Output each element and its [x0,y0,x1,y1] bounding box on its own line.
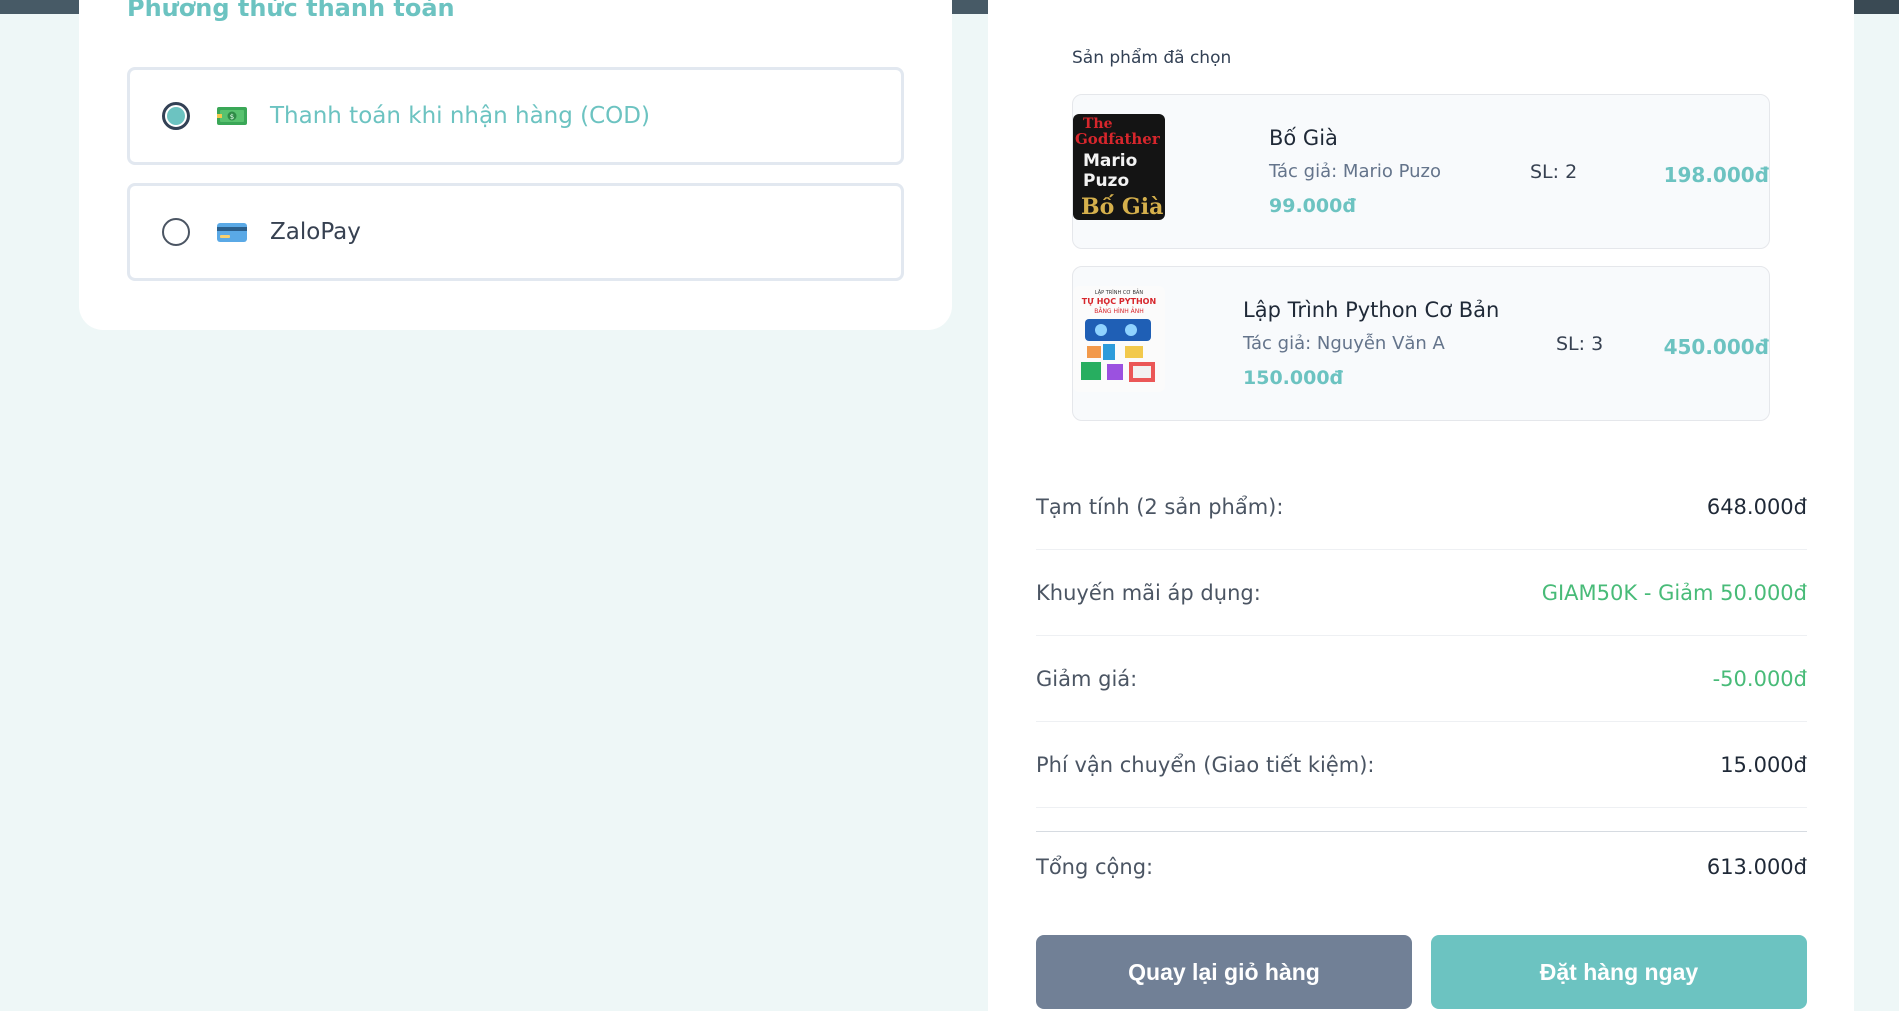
discount-row: Giảm giá: -50.000đ [1036,636,1807,722]
payment-option-cod-label: Thanh toán khi nhận hàng (COD) [270,103,650,129]
cover-text: Bố Già [1081,194,1163,220]
discount-label: Giảm giá: [1036,666,1138,691]
total-row: Tổng cộng: 613.000đ [1036,831,1807,901]
product-name: Lập Trình Python Cơ Bản [1243,298,1500,322]
product-total: 198.000đ [1663,163,1769,187]
promo-row: Khuyến mãi áp dụng: GIAM50K - Giảm 50.00… [1036,550,1807,636]
radio-zalopay[interactable] [162,218,190,246]
product-author: Tác giả: Nguyễn Văn A [1243,333,1445,354]
discount-value: -50.000đ [1712,666,1807,691]
product-item: LẬP TRÌNH CƠ BẢN TỰ HỌC PYTHON BẰNG HÌNH… [1072,266,1770,421]
product-total: 450.000đ [1663,335,1769,359]
promo-value: GIAM50K - Giảm 50.000đ [1541,580,1807,605]
cover-text: LẬP TRÌNH CƠ BẢN [1095,288,1143,296]
book-cover-image: The Godfather Mario Puzo Bố Già [1073,114,1165,220]
shipping-value: 15.000đ [1720,752,1807,777]
back-to-cart-button[interactable]: Quay lại giỏ hàng [1036,935,1412,1009]
credit-card-icon [217,223,247,242]
promo-label: Khuyến mãi áp dụng: [1036,580,1261,605]
shipping-label: Phí vận chuyển (Giao tiết kiệm): [1036,752,1375,777]
svg-text:$: $ [230,113,234,121]
subtotal-label: Tạm tính (2 sản phẩm): [1036,494,1284,519]
payment-option-zalopay[interactable]: ZaloPay [127,183,904,281]
total-label: Tổng cộng: [1036,854,1154,879]
product-item: The Godfather Mario Puzo Bố Già Bố Già T… [1072,94,1770,249]
payment-method-title: Phương thức thanh toán [127,0,455,22]
cover-text: BẰNG HÌNH ẢNH [1094,307,1144,315]
radio-dot [167,107,185,125]
shipping-row: Phí vận chuyển (Giao tiết kiệm): 15.000đ [1036,722,1807,808]
total-value: 613.000đ [1706,854,1807,879]
cash-icon: $ [217,107,247,125]
cover-text: Puzo [1083,171,1129,191]
cover-text: TỰ HỌC PYTHON [1082,297,1156,306]
cover-text: Mario [1083,151,1137,171]
radio-cod[interactable] [162,102,190,130]
payment-option-cod[interactable]: $ Thanh toán khi nhận hàng (COD) [127,67,904,165]
python-cover: LẬP TRÌNH CƠ BẢN TỰ HỌC PYTHON BẰNG HÌNH… [1073,286,1165,392]
subtotal-value: 648.000đ [1706,494,1807,519]
selected-products-title: Sản phẩm đã chọn [1072,48,1232,68]
product-author: Tác giả: Mario Puzo [1269,161,1442,182]
cover-text: Godfather [1075,130,1161,148]
product-price: 150.000đ [1243,367,1344,389]
book-cover-image: LẬP TRÌNH CƠ BẢN TỰ HỌC PYTHON BẰNG HÌNH… [1073,286,1165,392]
payment-option-zalopay-label: ZaloPay [270,219,361,245]
product-name: Bố Già [1269,126,1338,150]
product-quantity: SL: 2 [1530,161,1578,183]
product-quantity: SL: 3 [1556,333,1604,355]
subtotal-row: Tạm tính (2 sản phẩm): 648.000đ [1036,464,1807,550]
place-order-button[interactable]: Đặt hàng ngay [1431,935,1807,1009]
godfather-cover: The Godfather Mario Puzo Bố Già [1073,114,1165,220]
product-price: 99.000đ [1269,195,1356,217]
